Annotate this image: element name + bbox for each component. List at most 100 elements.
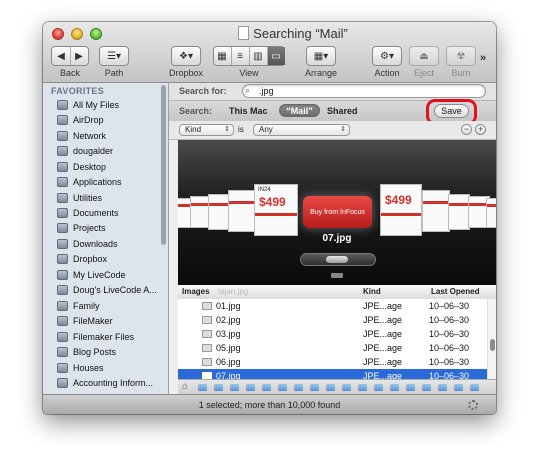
action-label: Action [374, 68, 400, 78]
coverflow-card[interactable] [486, 198, 496, 228]
sidebar-item-documents[interactable]: Documents [57, 205, 165, 220]
icon-view-icon[interactable]: ▦ [214, 47, 232, 65]
criteria-value-popup[interactable]: Any ⇕ [253, 124, 350, 136]
folder-icon[interactable] [342, 384, 351, 391]
folder-icon [57, 315, 68, 326]
column-header-name[interactable]: Images [182, 287, 210, 296]
action-button[interactable]: ⚙▾ [372, 46, 402, 66]
sidebar-item-dropbox[interactable]: Dropbox [57, 251, 165, 266]
sidebar-item-airdrop[interactable]: AirDrop [57, 112, 165, 127]
path-button[interactable]: ☰▾ [99, 46, 129, 66]
sidebar-item-label: Downloads [73, 238, 118, 249]
scope-this-mac[interactable]: This Mac [229, 106, 268, 116]
burn-icon: ☢ [456, 50, 466, 62]
coverflow-card-left[interactable]: IN24 $499 [254, 184, 298, 236]
list-scrollbar-thumb[interactable] [490, 339, 495, 351]
sidebar-item-utilities[interactable]: Utilities [57, 190, 165, 205]
view-mode-segmented[interactable]: ▦ ≡ ▥ ▭ [213, 46, 285, 66]
coverflow-view-icon[interactable]: ▭ [267, 47, 285, 65]
search-input[interactable]: .jpg [242, 84, 486, 98]
sidebar-item-all-my-files[interactable]: All My Files [57, 97, 165, 112]
coverflow-slider[interactable] [300, 253, 376, 266]
folder-icon[interactable] [422, 384, 431, 391]
folder-icon[interactable] [470, 384, 479, 391]
zoom-window-button[interactable] [90, 28, 102, 40]
dropbox-button[interactable]: ❖▾ [171, 46, 201, 66]
sidebar-item-applications[interactable]: Applications [57, 174, 165, 189]
folder-icon[interactable] [454, 384, 463, 391]
list-item[interactable]: 02.jpg JPE...age 10–06–30 [178, 313, 487, 327]
coverflow-card[interactable] [448, 194, 470, 230]
back-label: Back [59, 68, 80, 78]
coverflow-view[interactable]: IN24 $499 Buy from InFocus $499 07.jpg [178, 140, 496, 285]
back-forward-button[interactable]: ◀ ▶ [51, 46, 89, 66]
add-criteria-button[interactable]: + [475, 124, 486, 135]
sidebar-item-home[interactable]: dougalder [57, 143, 165, 158]
document-icon [238, 26, 250, 40]
folder-icon[interactable] [406, 384, 415, 391]
folder-icon[interactable] [310, 384, 319, 391]
minimize-window-button[interactable] [71, 28, 83, 40]
criteria-attribute-popup[interactable]: Kind ⇕ [179, 124, 234, 136]
sidebar-item-accounting[interactable]: Accounting Inform... [57, 375, 165, 390]
folder-icon[interactable] [246, 384, 255, 391]
folder-icon[interactable] [230, 384, 239, 391]
column-header-last-opened[interactable]: Last Opened [431, 287, 479, 296]
folder-icon[interactable] [278, 384, 287, 391]
list-item[interactable]: 01.jpg JPE...age 10–06–30 [178, 299, 487, 313]
view-label: View [239, 68, 259, 78]
save-search-button[interactable]: Save [434, 104, 469, 118]
folder-icon[interactable] [262, 384, 271, 391]
folder-icon [57, 222, 68, 233]
list-scrollbar[interactable] [487, 299, 496, 389]
sidebar-item-projects[interactable]: Projects [57, 220, 165, 235]
sidebar-item-houses[interactable]: Houses [57, 360, 165, 375]
remove-criteria-button[interactable]: − [461, 124, 472, 135]
sidebar-item-desktop[interactable]: Desktop [57, 159, 165, 174]
close-window-button[interactable] [52, 28, 64, 40]
sidebar-item-downloads[interactable]: Downloads [57, 236, 165, 251]
home-icon[interactable]: ⌂ [182, 381, 188, 392]
burn-button[interactable]: ☢ [446, 46, 476, 66]
folder-icon[interactable] [358, 384, 367, 391]
sidebar-item-my-livecode[interactable]: My LiveCode [57, 267, 165, 282]
folder-icon [57, 377, 68, 388]
coverflow-card[interactable] [208, 194, 230, 230]
sidebar-item-dougs-livecode[interactable]: Doug's LiveCode A... [57, 282, 165, 297]
toolbar-overflow-chevron-icon[interactable]: » [480, 52, 486, 64]
image-file-icon [202, 344, 212, 352]
list-item[interactable]: 05.jpg JPE...age 10–06–30 [178, 341, 487, 355]
back-arrow-icon[interactable]: ◀ [53, 47, 71, 65]
coverflow-card-selected[interactable]: Buy from InFocus [303, 196, 372, 228]
sidebar-item-blog-posts[interactable]: Blog Posts [57, 344, 165, 359]
sidebar-item-network[interactable]: Network [57, 128, 165, 143]
scope-mail[interactable]: “Mail” [279, 104, 320, 117]
folder-icon[interactable] [294, 384, 303, 391]
sidebar-item-filemaker-files[interactable]: Filemaker Files [57, 329, 165, 344]
folder-icon[interactable] [214, 384, 223, 391]
window-title: Searching “Mail” [193, 26, 393, 41]
folder-icon[interactable] [438, 384, 447, 391]
folder-icon[interactable] [198, 384, 207, 391]
list-item[interactable]: 03.jpg JPE...age 10–06–30 [178, 327, 487, 341]
scope-shared[interactable]: Shared [327, 106, 358, 116]
coverflow-card-right[interactable]: $499 [380, 184, 422, 236]
column-header-kind[interactable]: Kind [363, 287, 381, 296]
coverflow-card[interactable] [422, 190, 450, 232]
sidebar-item-filemaker[interactable]: FileMaker [57, 313, 165, 328]
forward-arrow-icon[interactable]: ▶ [71, 47, 88, 65]
folder-icon[interactable] [390, 384, 399, 391]
folder-icon[interactable] [326, 384, 335, 391]
column-view-icon[interactable]: ▥ [250, 47, 268, 65]
sidebar-item-family[interactable]: Family [57, 298, 165, 313]
coverflow-resize-handle[interactable] [331, 273, 343, 278]
list-view-icon[interactable]: ≡ [232, 47, 250, 65]
list-item[interactable]: 06.jpg JPE...age 10–06–30 [178, 355, 487, 369]
eject-button[interactable]: ⏏ [409, 46, 439, 66]
arrange-button[interactable]: ▦▾ [306, 46, 336, 66]
sidebar-scrollbar[interactable] [161, 85, 166, 245]
coverflow-slider-thumb[interactable] [326, 256, 348, 263]
status-bar: 1 selected; more than 10,000 found [43, 394, 496, 414]
folder-icon[interactable] [374, 384, 383, 391]
popup-arrows-icon: ⇕ [224, 126, 230, 133]
